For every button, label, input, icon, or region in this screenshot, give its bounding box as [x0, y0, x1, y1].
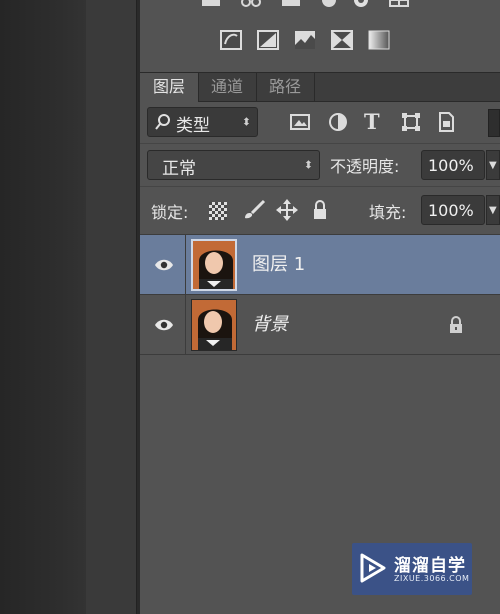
- divider: [140, 186, 500, 187]
- tab-channels[interactable]: 通道: [198, 73, 257, 101]
- lock-transparent-pixels-icon[interactable]: [209, 202, 227, 220]
- hue-saturation-icon[interactable]: [388, 0, 410, 10]
- vibrance-icon[interactable]: [350, 0, 372, 10]
- canvas-area: [0, 0, 86, 614]
- chevron-down-icon: ▼: [489, 160, 497, 171]
- fill-value: 100%: [428, 201, 474, 220]
- exposure-icon[interactable]: [318, 0, 340, 10]
- search-icon: [155, 113, 171, 135]
- smart-object-filter-icon[interactable]: [437, 111, 455, 133]
- up-down-caret-icon: ⬍: [241, 115, 251, 129]
- opacity-value: 100%: [428, 156, 474, 175]
- type-filter-icon[interactable]: T: [364, 109, 386, 134]
- watermark-badge: 溜溜自学 ZIXUE.3066.COM: [352, 543, 472, 595]
- lock-icon: [448, 315, 464, 335]
- opacity-dropdown-button[interactable]: ▼: [486, 150, 500, 180]
- layer-thumbnail[interactable]: [191, 299, 237, 351]
- posterize-icon[interactable]: [257, 29, 279, 51]
- chevron-down-icon: ▼: [489, 205, 497, 216]
- opacity-input[interactable]: 100%: [421, 150, 485, 180]
- brightness-contrast-icon[interactable]: [200, 0, 222, 10]
- image-filter-icon[interactable]: [290, 113, 310, 131]
- divider: [140, 143, 500, 144]
- up-down-caret-icon: ⬍: [303, 158, 313, 172]
- threshold-icon[interactable]: [294, 29, 316, 51]
- filter-toggle-button[interactable]: [488, 109, 500, 137]
- panel-dock-strip: [86, 0, 137, 614]
- lock-all-icon[interactable]: [312, 199, 328, 221]
- visibility-toggle[interactable]: [140, 235, 186, 295]
- fill-input[interactable]: 100%: [421, 195, 485, 225]
- lock-position-icon[interactable]: [276, 199, 298, 221]
- watermark-title: 溜溜自学: [394, 556, 466, 576]
- selective-color-icon[interactable]: [331, 29, 353, 51]
- adjustment-filter-icon[interactable]: [328, 112, 348, 132]
- layer-row-layer-1[interactable]: 图层 1: [140, 235, 500, 295]
- lock-label: 锁定:: [151, 203, 189, 222]
- play-logo-icon: [360, 553, 386, 583]
- fill-label: 填充:: [369, 203, 407, 222]
- tab-paths[interactable]: 路径: [256, 73, 315, 101]
- tab-layers[interactable]: 图层: [140, 73, 199, 102]
- layer-thumbnail[interactable]: [191, 239, 237, 291]
- layer-name[interactable]: 图层 1: [252, 235, 305, 295]
- blend-mode-select[interactable]: 正常 ⬍: [147, 150, 320, 180]
- blend-mode-value: 正常: [162, 159, 196, 179]
- filter-kind-label: 类型: [176, 116, 210, 136]
- layer-row-background[interactable]: 背景: [140, 295, 500, 355]
- opacity-label: 不透明度:: [330, 157, 400, 176]
- lock-image-pixels-icon[interactable]: [242, 199, 266, 221]
- invert-icon[interactable]: [220, 29, 242, 51]
- adjustments-panel: [140, 0, 500, 73]
- layers-panel: 图层 通道 路径 类型 ⬍ T 正常 ⬍ 不透明度: 100% ▼ 锁定: 填充…: [140, 73, 500, 614]
- panel-tab-bar: 图层 通道 路径: [140, 73, 500, 102]
- shape-filter-icon[interactable]: [401, 112, 421, 132]
- gradient-map-icon[interactable]: [368, 29, 390, 51]
- visibility-toggle[interactable]: [140, 295, 186, 355]
- fill-dropdown-button[interactable]: ▼: [486, 195, 500, 225]
- levels-icon[interactable]: [240, 0, 262, 10]
- filter-kind-select[interactable]: 类型 ⬍: [147, 107, 258, 137]
- eye-icon: [155, 319, 173, 331]
- eye-icon: [155, 259, 173, 271]
- curves-icon[interactable]: [280, 0, 302, 10]
- watermark-subtitle: ZIXUE.3066.COM: [394, 574, 470, 583]
- layer-name[interactable]: 背景: [252, 295, 288, 355]
